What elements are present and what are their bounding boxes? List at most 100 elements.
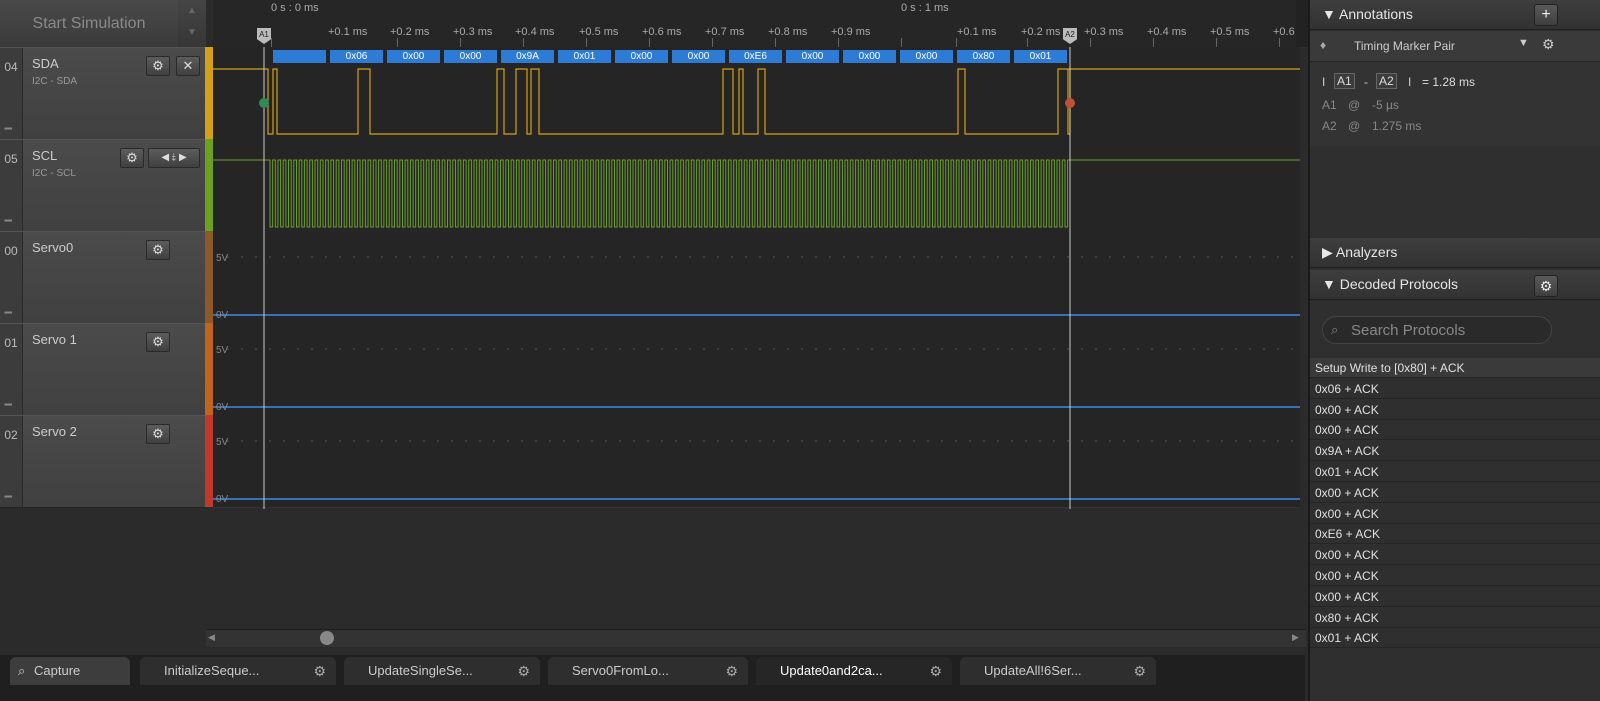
chevron-up-icon[interactable]: ▲ (178, 0, 206, 22)
channel-color-strip (205, 323, 213, 415)
tab-4[interactable]: Update0and2ca... ⚙ (756, 657, 952, 685)
analyzers-header[interactable]: ▶ Analyzers (1310, 238, 1600, 268)
channel-settings-button[interactable]: ⚙ (146, 56, 170, 76)
scroll-right-icon[interactable]: ▶ (1292, 632, 1299, 643)
ruler-tick-label: +0.6 (1273, 26, 1295, 38)
channel-row-05[interactable]: 05 SCL I2C - SCL ▪▪▪▪ ⚙ ◀ ⤈ ▶ (0, 139, 205, 232)
channel-analyzer: I2C - SCL (32, 168, 76, 179)
channel-name[interactable]: SDA (32, 56, 59, 71)
channel-settings-button[interactable]: ⚙ (146, 424, 170, 444)
ruler-tick (712, 38, 713, 47)
filter-icon[interactable]: ▼ (1518, 37, 1529, 49)
decoded-row[interactable]: 0x00 + ACK (1310, 400, 1600, 420)
expand-triangle-icon: ▼ (1322, 6, 1339, 22)
decoded-row[interactable]: 0x00 + ACK (1310, 483, 1600, 503)
gear-icon[interactable]: ⚙ (1542, 36, 1555, 53)
scroll-left-icon[interactable]: ◀ (208, 632, 215, 643)
pin-icon: ♦ (1320, 38, 1327, 52)
decoded-byte[interactable]: 0x80 (957, 50, 1010, 63)
gear-icon[interactable]: ⚙ (517, 657, 530, 685)
decoded-byte[interactable]: 0xE6 (729, 50, 782, 63)
channel-row-00[interactable]: 00 Servo0 ▪▪▪▪ ⚙ (0, 231, 205, 324)
ruler-tick-label: +0.2 ms (1021, 26, 1061, 38)
decoded-byte[interactable]: 0x01 (558, 50, 611, 63)
decoded-byte[interactable]: 0x00 (900, 50, 953, 63)
trigger-edge-button[interactable]: ◀ ⤈ ▶ (148, 148, 200, 168)
decoded-gear-button[interactable]: ⚙ (1534, 275, 1558, 297)
address-frame[interactable] (273, 50, 326, 63)
decoded-row[interactable]: 0x01 + ACK (1310, 628, 1600, 649)
decoded-row[interactable]: 0x01 + ACK (1310, 462, 1600, 482)
search-icon: ⌕ (1331, 322, 1339, 337)
decoded-row[interactable]: Setup Write to [0x80] + ACK (1310, 358, 1600, 378)
decoded-row[interactable]: 0xE6 + ACK (1310, 524, 1600, 545)
drag-handle-icon[interactable]: ▪▪▪▪ (4, 400, 12, 409)
level-5v-label: 5V (216, 253, 229, 264)
decoded-row[interactable]: 0x00 + ACK (1310, 545, 1600, 566)
channel-color-strip (205, 139, 213, 231)
ruler-tick-label: +0.5 ms (1210, 26, 1250, 38)
channel-name[interactable]: SCL (32, 148, 57, 163)
ruler-second-label: 0 s : 1 ms (901, 2, 949, 14)
add-annotation-button[interactable]: + (1534, 4, 1558, 26)
decoded-byte[interactable]: 0x00 (615, 50, 668, 63)
tab-label: Servo0FromLo... (572, 663, 669, 678)
channel-name[interactable]: Servo 1 (32, 332, 77, 347)
decoded-byte[interactable]: 0x00 (843, 50, 896, 63)
decoded-byte[interactable]: 0x00 (786, 50, 839, 63)
channel-row-01[interactable]: 01 Servo 1 ▪▪▪▪ ⚙ (0, 323, 205, 416)
channel-settings-button[interactable]: ⚙ (146, 332, 170, 352)
drag-handle-icon[interactable]: ▪▪▪▪ (4, 216, 12, 225)
decoded-row[interactable]: 0x00 + ACK (1310, 566, 1600, 586)
channel-row-02[interactable]: 02 Servo 2 ▪▪▪▪ ⚙ (0, 415, 205, 508)
decoded-title: Decoded Protocols (1339, 276, 1459, 292)
tab-0[interactable]: ⌕ Capture (10, 657, 130, 685)
gear-icon[interactable]: ⚙ (313, 657, 326, 685)
ruler-tick-label: +0.9 ms (831, 26, 871, 38)
channel-color-strip (205, 231, 213, 323)
decoded-row[interactable]: 0x9A + ACK (1310, 441, 1600, 462)
decoded-byte[interactable]: 0x06 (330, 50, 383, 63)
channel-settings-button[interactable]: ⚙ (146, 240, 170, 260)
decoded-byte[interactable]: 0x00 (387, 50, 440, 63)
channel-name[interactable]: Servo 2 (32, 424, 77, 439)
timing-marker-row[interactable]: ♦ Timing Marker Pair ▼ ⚙ (1310, 31, 1600, 62)
start-simulation-button[interactable]: Start Simulation (0, 0, 179, 48)
simulation-spinner[interactable]: ▲ ▼ (178, 0, 206, 48)
gear-icon[interactable]: ⚙ (929, 657, 942, 685)
gear-icon[interactable]: ⚙ (1133, 657, 1146, 685)
decoded-row[interactable]: 0x00 + ACK (1310, 420, 1600, 441)
chevron-down-icon[interactable]: ▼ (178, 22, 206, 44)
level-0v-label: 0V (216, 402, 229, 413)
decoded-row[interactable]: 0x00 + ACK (1310, 504, 1600, 524)
drag-handle-icon[interactable]: ▪▪▪▪ (4, 308, 12, 317)
tab-2[interactable]: UpdateSingleSe... ⚙ (344, 657, 540, 685)
drag-handle-icon[interactable]: ▪▪▪▪ (4, 492, 12, 501)
decoded-row[interactable]: 0x80 + ACK (1310, 608, 1600, 628)
channel-settings-button[interactable]: ⚙ (120, 148, 144, 168)
channel-name[interactable]: Servo0 (32, 240, 73, 255)
drag-handle-icon[interactable]: ▪▪▪▪ (4, 124, 12, 133)
tab-3[interactable]: Servo0FromLo... ⚙ (548, 657, 748, 685)
channel-row-04[interactable]: 04 SDA I2C - SDA ▪▪▪▪ ⚙ ✕ (0, 47, 205, 140)
close-icon[interactable]: ✕ (176, 56, 200, 76)
ruler-tick (1216, 38, 1217, 47)
channel-color-strip (205, 47, 213, 139)
decoded-byte[interactable]: 0x01 (1014, 50, 1067, 63)
waveform-canvas[interactable]: 5V 0V 5V 0V 5V 0V (213, 47, 1300, 511)
search-protocols-input[interactable]: Search Protocols (1322, 316, 1552, 344)
ruler-tick (460, 38, 461, 47)
tab-5[interactable]: UpdateAll!6Ser... ⚙ (960, 657, 1156, 685)
gear-icon[interactable]: ⚙ (725, 657, 738, 685)
decoded-byte[interactable]: 0x00 (672, 50, 725, 63)
horizontal-scrollbar[interactable] (206, 629, 1306, 647)
decoded-byte[interactable]: 0x00 (444, 50, 497, 63)
decoded-byte[interactable]: 0x9A (501, 50, 554, 63)
tab-label: InitializeSeque... (164, 663, 260, 678)
scroll-thumb[interactable] (320, 631, 334, 645)
time-ruler[interactable]: 0 s : 0 ms 0 s : 1 ms +0.1 ms +0.2 ms +0.3… (213, 0, 1343, 48)
decoded-row[interactable]: 0x06 + ACK (1310, 379, 1600, 399)
decoded-row[interactable]: 0x00 + ACK (1310, 587, 1600, 607)
expand-triangle-icon: ▼ (1322, 276, 1340, 292)
tab-1[interactable]: InitializeSeque... ⚙ (140, 657, 336, 685)
